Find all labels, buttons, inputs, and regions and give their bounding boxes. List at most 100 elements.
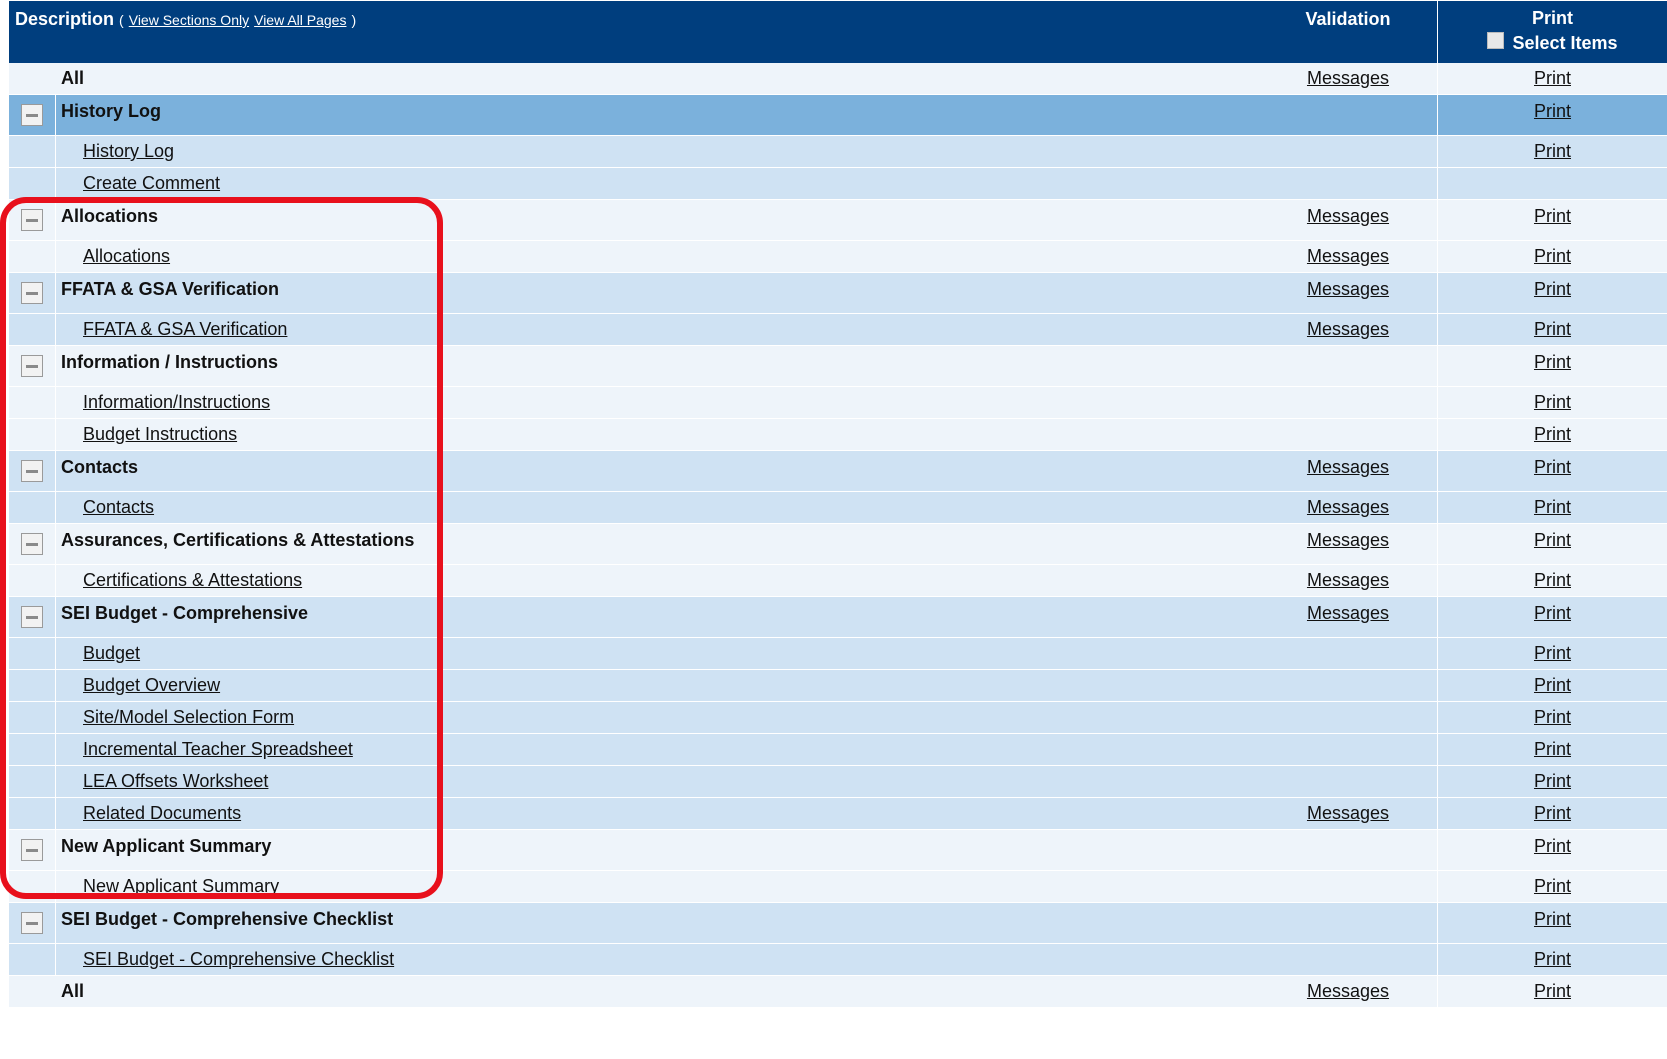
page-link[interactable]: History Log: [83, 141, 174, 161]
print-link[interactable]: Print: [1534, 707, 1571, 727]
row-validation: Messages: [1259, 314, 1438, 345]
messages-link[interactable]: Messages: [1307, 319, 1389, 339]
row-validation: [1259, 95, 1438, 135]
messages-link[interactable]: Messages: [1307, 603, 1389, 623]
page-link[interactable]: Site/Model Selection Form: [83, 707, 294, 727]
row-icon-cell: [9, 734, 56, 765]
print-link[interactable]: Print: [1534, 570, 1571, 590]
row-print: Print: [1438, 63, 1667, 94]
print-link[interactable]: Print: [1534, 949, 1571, 969]
print-link[interactable]: Print: [1534, 352, 1571, 372]
page-link[interactable]: New Applicant Summary: [83, 876, 279, 896]
print-link[interactable]: Print: [1534, 141, 1571, 161]
print-link[interactable]: Print: [1534, 643, 1571, 663]
print-link[interactable]: Print: [1534, 981, 1571, 1001]
print-link[interactable]: Print: [1534, 803, 1571, 823]
view-sections-only-link[interactable]: View Sections Only: [129, 12, 249, 28]
page-link[interactable]: Budget Overview: [83, 675, 220, 695]
page-link[interactable]: Contacts: [83, 497, 154, 517]
row-description: LEA Offsets Worksheet: [56, 766, 1259, 797]
page-link[interactable]: Incremental Teacher Spreadsheet: [83, 739, 353, 759]
print-link[interactable]: Print: [1534, 603, 1571, 623]
collapse-minus-icon[interactable]: [21, 533, 43, 555]
print-link[interactable]: Print: [1534, 206, 1571, 226]
print-link[interactable]: Print: [1534, 675, 1571, 695]
section-row: History Log Print: [9, 95, 1667, 136]
row-print: Print: [1438, 565, 1667, 596]
section-title: FFATA & GSA Verification: [61, 279, 280, 299]
row-description: FFATA & GSA Verification: [56, 314, 1259, 345]
page-link[interactable]: Allocations: [83, 246, 170, 266]
print-link[interactable]: Print: [1534, 909, 1571, 929]
row-validation: Messages: [1259, 241, 1438, 272]
print-link[interactable]: Print: [1534, 771, 1571, 791]
section-row: Assurances, Certifications & Attestation…: [9, 524, 1667, 565]
page-link[interactable]: Certifications & Attestations: [83, 570, 302, 590]
print-link[interactable]: Print: [1534, 497, 1571, 517]
page-link[interactable]: LEA Offsets Worksheet: [83, 771, 268, 791]
print-link[interactable]: Print: [1534, 319, 1571, 339]
print-link[interactable]: Print: [1534, 876, 1571, 896]
page-link[interactable]: Create Comment: [83, 173, 220, 193]
page-link[interactable]: SEI Budget - Comprehensive Checklist: [83, 949, 394, 969]
collapse-minus-icon[interactable]: [21, 912, 43, 934]
messages-link[interactable]: Messages: [1307, 457, 1389, 477]
messages-link[interactable]: Messages: [1307, 981, 1389, 1001]
messages-link[interactable]: Messages: [1307, 803, 1389, 823]
section-row: Information / Instructions Print: [9, 346, 1667, 387]
row-validation: [1259, 136, 1438, 167]
print-link[interactable]: Print: [1534, 279, 1571, 299]
row-icon-cell: [9, 492, 56, 523]
row-print: Print: [1438, 871, 1667, 902]
row-icon-cell: [9, 702, 56, 733]
print-link[interactable]: Print: [1534, 424, 1571, 444]
row-validation: [1259, 903, 1438, 943]
messages-link[interactable]: Messages: [1307, 279, 1389, 299]
row-print: Print: [1438, 95, 1667, 135]
row-icon-cell: [9, 63, 56, 94]
messages-link[interactable]: Messages: [1307, 570, 1389, 590]
messages-link[interactable]: Messages: [1307, 68, 1389, 88]
messages-link[interactable]: Messages: [1307, 246, 1389, 266]
row-description: New Applicant Summary: [56, 830, 1259, 870]
collapse-minus-icon[interactable]: [21, 355, 43, 377]
collapse-minus-icon[interactable]: [21, 282, 43, 304]
row-icon-cell: [9, 830, 56, 870]
print-link[interactable]: Print: [1534, 836, 1571, 856]
row-description: All: [56, 63, 1259, 94]
print-link[interactable]: Print: [1534, 530, 1571, 550]
print-link[interactable]: Print: [1534, 739, 1571, 759]
print-link[interactable]: Print: [1534, 68, 1571, 88]
messages-link[interactable]: Messages: [1307, 206, 1389, 226]
row-validation: Messages: [1259, 597, 1438, 637]
row-icon-cell: [9, 798, 56, 829]
collapse-minus-icon[interactable]: [21, 104, 43, 126]
print-link[interactable]: Print: [1534, 246, 1571, 266]
messages-link[interactable]: Messages: [1307, 497, 1389, 517]
print-link[interactable]: Print: [1534, 392, 1571, 412]
row-icon-cell: [9, 168, 56, 199]
row-validation: [1259, 387, 1438, 418]
row-icon-cell: [9, 903, 56, 943]
page-link[interactable]: Related Documents: [83, 803, 241, 823]
row-print: Print: [1438, 830, 1667, 870]
collapse-minus-icon[interactable]: [21, 606, 43, 628]
section-title: Assurances, Certifications & Attestation…: [61, 530, 415, 550]
collapse-minus-icon[interactable]: [21, 209, 43, 231]
page-row: Create Comment: [9, 168, 1667, 200]
row-validation: [1259, 670, 1438, 701]
row-description: Site/Model Selection Form: [56, 702, 1259, 733]
collapse-minus-icon[interactable]: [21, 460, 43, 482]
print-link[interactable]: Print: [1534, 101, 1571, 121]
page-link[interactable]: Information/Instructions: [83, 392, 270, 412]
messages-link[interactable]: Messages: [1307, 530, 1389, 550]
select-items-checkbox[interactable]: [1487, 32, 1505, 49]
row-print: Print: [1438, 524, 1667, 564]
page-link[interactable]: Budget: [83, 643, 140, 663]
print-link[interactable]: Print: [1534, 457, 1571, 477]
row-icon-cell: [9, 766, 56, 797]
view-all-pages-link[interactable]: View All Pages: [254, 12, 346, 28]
page-link[interactable]: FFATA & GSA Verification: [83, 319, 287, 339]
collapse-minus-icon[interactable]: [21, 839, 43, 861]
page-link[interactable]: Budget Instructions: [83, 424, 237, 444]
